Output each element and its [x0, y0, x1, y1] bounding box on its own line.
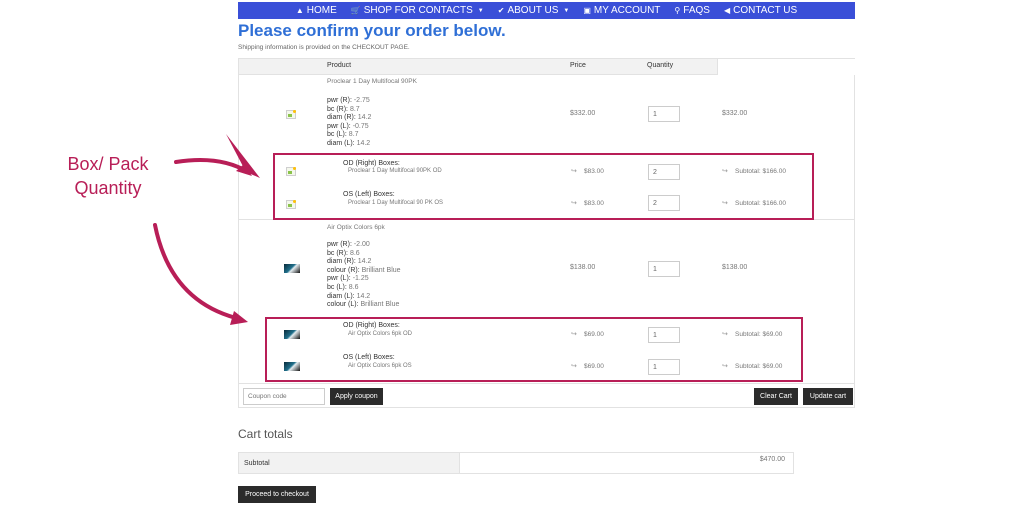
cart-totals-heading: Cart totals	[238, 427, 293, 441]
cart-totals-table: Subtotal $470.00	[238, 452, 794, 474]
annotation-arrows	[153, 134, 260, 325]
annotation-arrow-bottom	[153, 223, 238, 320]
proceed-to-checkout-button[interactable]: Proceed to checkout	[238, 486, 316, 503]
subtotal-value: $470.00	[759, 456, 785, 463]
annotation-arrowhead	[230, 311, 248, 325]
subtotal-label: Subtotal	[239, 453, 460, 473]
